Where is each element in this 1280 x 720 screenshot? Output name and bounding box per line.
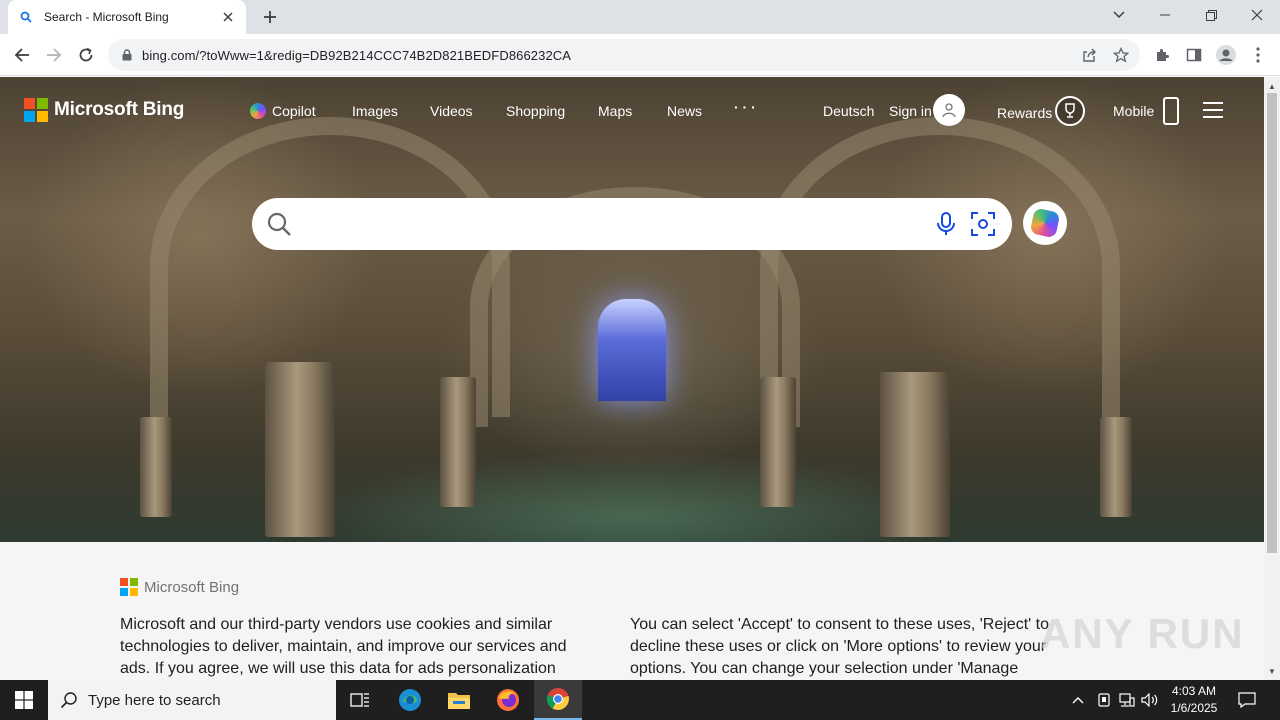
stone-pillar xyxy=(880,372,950,537)
nav-shopping[interactable]: Shopping xyxy=(506,103,565,119)
task-view-icon[interactable] xyxy=(336,680,384,720)
user-avatar-icon[interactable] xyxy=(933,94,965,126)
bookmark-star-icon[interactable] xyxy=(1110,44,1132,66)
microphone-icon[interactable] xyxy=(934,211,958,237)
address-bar[interactable]: bing.com/?toWww=1&redig=DB92B214CCC74B2D… xyxy=(108,39,1140,71)
copilot-button[interactable] xyxy=(1023,201,1067,245)
stone-pillar xyxy=(140,417,172,517)
tab-title: Search - Microsoft Bing xyxy=(44,10,169,24)
nav-maps[interactable]: Maps xyxy=(598,103,632,119)
chrome-menu-icon[interactable] xyxy=(1246,43,1270,67)
chrome-taskbar-icon[interactable] xyxy=(534,680,582,720)
nav-copilot-label: Copilot xyxy=(272,103,316,119)
new-tab-button[interactable] xyxy=(258,6,282,28)
mobile-link[interactable]: Mobile xyxy=(1113,103,1154,119)
copilot-icon xyxy=(250,103,266,119)
side-panel-icon[interactable] xyxy=(1182,43,1206,67)
device-tray-icon[interactable] xyxy=(1094,680,1114,720)
search-input[interactable] xyxy=(308,206,918,242)
consent-bing-logo: Microsoft Bing xyxy=(120,578,239,596)
bing-page: Microsoft Bing Copilot Images Videos Sho… xyxy=(0,77,1264,680)
rewards-trophy-icon[interactable] xyxy=(1055,96,1085,126)
logo-text: Microsoft Bing xyxy=(54,99,185,120)
search-icon[interactable] xyxy=(266,211,292,237)
taskbar-clock[interactable]: 4:03 AM 1/6/2025 xyxy=(1160,683,1228,717)
forward-button[interactable] xyxy=(42,43,66,67)
stone-pillar xyxy=(760,377,796,507)
bing-header: Microsoft Bing Copilot Images Videos Sho… xyxy=(0,77,1264,145)
copilot-logo-icon xyxy=(1029,207,1061,239)
nav-videos[interactable]: Videos xyxy=(430,103,473,119)
consent-logo-text: Microsoft Bing xyxy=(144,578,240,596)
scrollbar-thumb[interactable] xyxy=(1267,93,1277,553)
restore-button[interactable] xyxy=(1188,0,1234,30)
notifications-icon[interactable] xyxy=(1232,680,1262,720)
show-hidden-icons-chevron-icon[interactable] xyxy=(1068,680,1088,720)
close-window-button[interactable] xyxy=(1234,0,1280,30)
taskbar-search-box[interactable]: Type here to search xyxy=(48,680,336,720)
rewards-link[interactable]: Rewards xyxy=(997,105,1052,121)
back-button[interactable] xyxy=(10,43,34,67)
nav-news[interactable]: News xyxy=(667,103,702,119)
tab-close-icon[interactable] xyxy=(220,9,236,25)
page-scrollbar[interactable]: ▲ ▼ xyxy=(1264,77,1280,680)
tab-search-chevron-icon[interactable] xyxy=(1096,0,1142,30)
mobile-phone-icon[interactable] xyxy=(1163,97,1179,125)
share-icon[interactable] xyxy=(1078,44,1100,66)
bing-logo[interactable]: Microsoft Bing xyxy=(24,98,184,122)
glowing-window xyxy=(598,299,666,401)
windows-logo-icon xyxy=(15,691,33,709)
nav-copilot[interactable]: Copilot xyxy=(250,103,316,119)
nav-more-button[interactable]: · · · xyxy=(734,99,756,115)
language-link[interactable]: Deutsch xyxy=(823,103,874,119)
edge-browser-icon[interactable] xyxy=(386,680,434,720)
clock-date: 1/6/2025 xyxy=(1170,701,1218,715)
profile-avatar-icon[interactable] xyxy=(1214,43,1238,67)
stone-pillar xyxy=(1100,417,1132,517)
hero-background-image xyxy=(0,77,1264,542)
reload-button[interactable] xyxy=(74,43,98,67)
scroll-down-arrow-icon[interactable]: ▼ xyxy=(1264,664,1280,678)
stone-pillar xyxy=(440,377,476,507)
microsoft-logo-icon xyxy=(120,578,138,596)
clock-time: 4:03 AM xyxy=(1171,684,1217,698)
nav-images[interactable]: Images xyxy=(352,103,398,119)
extensions-icon[interactable] xyxy=(1150,43,1174,67)
start-button[interactable] xyxy=(0,680,48,720)
hamburger-menu-icon[interactable] xyxy=(1203,102,1223,118)
sign-in-link[interactable]: Sign in xyxy=(889,103,932,119)
consent-text-left: Microsoft and our third-party vendors us… xyxy=(120,616,567,677)
volume-icon[interactable] xyxy=(1140,680,1160,720)
search-box[interactable] xyxy=(252,198,1012,250)
minimize-button[interactable] xyxy=(1142,0,1188,30)
microsoft-logo-icon xyxy=(24,98,48,122)
anyrun-watermark: ANY RUN xyxy=(1040,610,1245,657)
url-text: bing.com/?toWww=1&redig=DB92B214CCC74B2D… xyxy=(142,47,572,63)
network-icon[interactable] xyxy=(1117,680,1137,720)
lock-icon[interactable] xyxy=(120,48,134,62)
stone-pillar xyxy=(265,362,335,537)
file-explorer-icon[interactable] xyxy=(435,680,483,720)
windows-taskbar: Type here to search 4:03 AM 1/6/2025 xyxy=(0,680,1280,720)
browser-toolbar: bing.com/?toWww=1&redig=DB92B214CCC74B2D… xyxy=(0,34,1280,76)
firefox-icon[interactable] xyxy=(484,680,532,720)
visual-search-icon[interactable] xyxy=(970,211,996,237)
taskbar-search-icon xyxy=(60,692,77,709)
taskbar-search-placeholder: Type here to search xyxy=(88,691,221,709)
bing-search-favicon-icon xyxy=(18,9,34,25)
tab-bing[interactable]: Search - Microsoft Bing xyxy=(8,0,246,34)
consent-text-right: You can select 'Accept' to consent to th… xyxy=(630,616,1049,677)
scroll-up-arrow-icon[interactable]: ▲ xyxy=(1264,79,1280,93)
tab-strip: Search - Microsoft Bing xyxy=(0,0,1280,34)
